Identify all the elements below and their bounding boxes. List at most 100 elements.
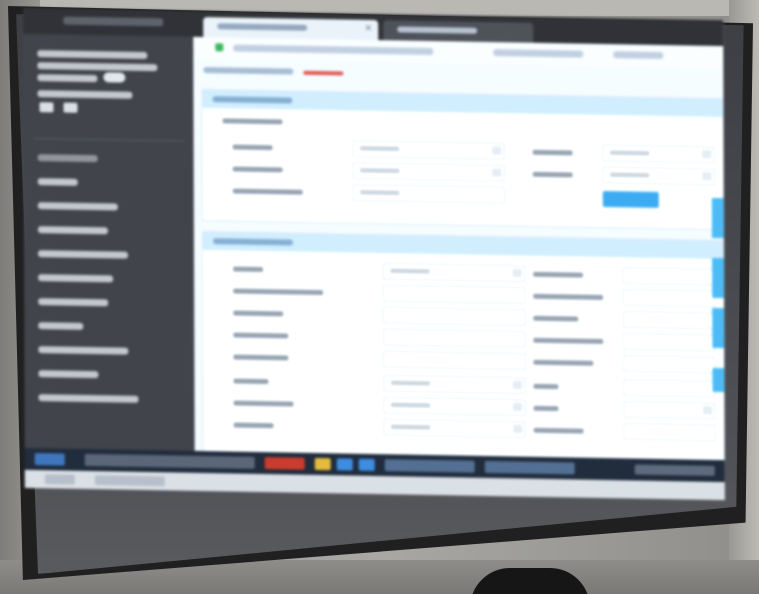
- window-controls: [63, 16, 164, 27]
- field-label: [233, 288, 324, 296]
- taskbar-item[interactable]: [264, 457, 305, 470]
- sidebar-item[interactable]: [37, 178, 78, 186]
- floating-side-tab[interactable]: [712, 307, 725, 349]
- system-tray[interactable]: [634, 464, 715, 476]
- field-label: [233, 332, 289, 339]
- taskbar-item[interactable]: [314, 457, 331, 471]
- panel-header: [202, 232, 723, 260]
- floating-side-tab[interactable]: [711, 257, 725, 299]
- toolbar-controls: [493, 49, 584, 58]
- form-input[interactable]: [623, 355, 716, 373]
- settings-icon[interactable]: [63, 102, 78, 113]
- url-text-placeholder: [233, 44, 434, 56]
- chevron-down-icon: [702, 405, 713, 415]
- taskbar-item[interactable]: [384, 459, 475, 473]
- field-label: [233, 400, 294, 407]
- panel-title-placeholder: [212, 96, 293, 104]
- form-input[interactable]: [352, 184, 505, 204]
- form-input[interactable]: [623, 311, 716, 329]
- form-select[interactable]: [602, 166, 715, 185]
- taskbar-item[interactable]: [358, 458, 375, 472]
- form-select[interactable]: [383, 397, 526, 416]
- sidebar-section-heading: [37, 154, 98, 163]
- toggle-switch[interactable]: [103, 72, 126, 83]
- floating-side-tab[interactable]: [712, 367, 725, 393]
- form-input[interactable]: [623, 379, 716, 397]
- sidebar-item[interactable]: [38, 298, 109, 307]
- form-select[interactable]: [383, 263, 526, 282]
- form-input[interactable]: [623, 333, 716, 351]
- browser-tab[interactable]: [383, 20, 534, 43]
- app-sidebar: [23, 33, 195, 457]
- sidebar-item[interactable]: [38, 346, 129, 355]
- field-label: [233, 354, 289, 361]
- form-input[interactable]: [383, 329, 526, 348]
- field-label: [533, 359, 594, 366]
- form-select[interactable]: [383, 375, 526, 394]
- form-input[interactable]: [623, 289, 716, 307]
- form-input[interactable]: [383, 285, 526, 304]
- preview-item[interactable]: [94, 475, 165, 487]
- field-label: [532, 149, 573, 156]
- sidebar-item[interactable]: [37, 226, 108, 235]
- select-value-placeholder: [390, 402, 431, 408]
- sidebar-item[interactable]: [38, 250, 129, 259]
- field-label: [533, 315, 579, 322]
- start-button[interactable]: [34, 453, 65, 466]
- projected-desktop: ✕: [23, 7, 725, 501]
- sidebar-item[interactable]: [38, 322, 84, 330]
- select-value-placeholder: [609, 172, 650, 178]
- sidebar-item[interactable]: [38, 394, 139, 403]
- select-value-placeholder: [390, 424, 431, 430]
- sidebar-item[interactable]: [37, 202, 118, 211]
- form-input[interactable]: [383, 307, 526, 326]
- select-value-placeholder: [609, 150, 650, 156]
- toolbar-controls: [613, 51, 664, 60]
- close-icon[interactable]: ✕: [365, 24, 373, 34]
- select-value-placeholder: [359, 167, 400, 174]
- chevron-down-icon: [512, 424, 523, 434]
- field-label: [533, 293, 604, 301]
- sidebar-item[interactable]: [38, 274, 114, 283]
- panel-header: [202, 90, 723, 118]
- form-select[interactable]: [352, 140, 505, 160]
- detail-panel: [201, 230, 725, 463]
- tab-title-placeholder: [217, 23, 308, 31]
- form-input[interactable]: [383, 351, 526, 370]
- chevron-down-icon: [491, 168, 502, 178]
- user-icon[interactable]: [39, 102, 54, 113]
- sidebar-header-line: [37, 50, 148, 60]
- lock-icon: [215, 43, 224, 52]
- taskbar-item[interactable]: [336, 458, 353, 471]
- search-button[interactable]: [602, 190, 659, 208]
- input-value-placeholder: [359, 189, 400, 196]
- sidebar-divider: [33, 138, 184, 142]
- field-label: [533, 405, 559, 412]
- sidebar-header-line: [37, 74, 98, 83]
- main-content: [193, 58, 725, 469]
- field-label: [533, 427, 584, 434]
- form-select[interactable]: [602, 144, 715, 163]
- field-label: [232, 144, 273, 151]
- form-select[interactable]: [383, 419, 526, 438]
- select-value-placeholder: [359, 145, 400, 152]
- taskbar-item[interactable]: [484, 460, 575, 475]
- field-label: [533, 337, 604, 345]
- field-label: [533, 383, 559, 390]
- form-select[interactable]: [623, 401, 716, 419]
- form-input[interactable]: [623, 423, 716, 441]
- sidebar-item[interactable]: [38, 370, 99, 379]
- form-input[interactable]: [623, 267, 716, 285]
- chevron-down-icon: [512, 268, 523, 278]
- field-label: [233, 422, 274, 429]
- search-panel: [201, 88, 724, 231]
- taskbar-item[interactable]: [84, 453, 255, 469]
- select-value-placeholder: [390, 380, 431, 386]
- form-select[interactable]: [352, 162, 505, 182]
- floating-side-tab[interactable]: [711, 197, 724, 239]
- photo-scene: ✕: [0, 0, 759, 594]
- chevron-down-icon: [701, 171, 712, 181]
- sidebar-header: [31, 44, 181, 113]
- preview-item[interactable]: [44, 474, 75, 485]
- field-label: [222, 118, 283, 125]
